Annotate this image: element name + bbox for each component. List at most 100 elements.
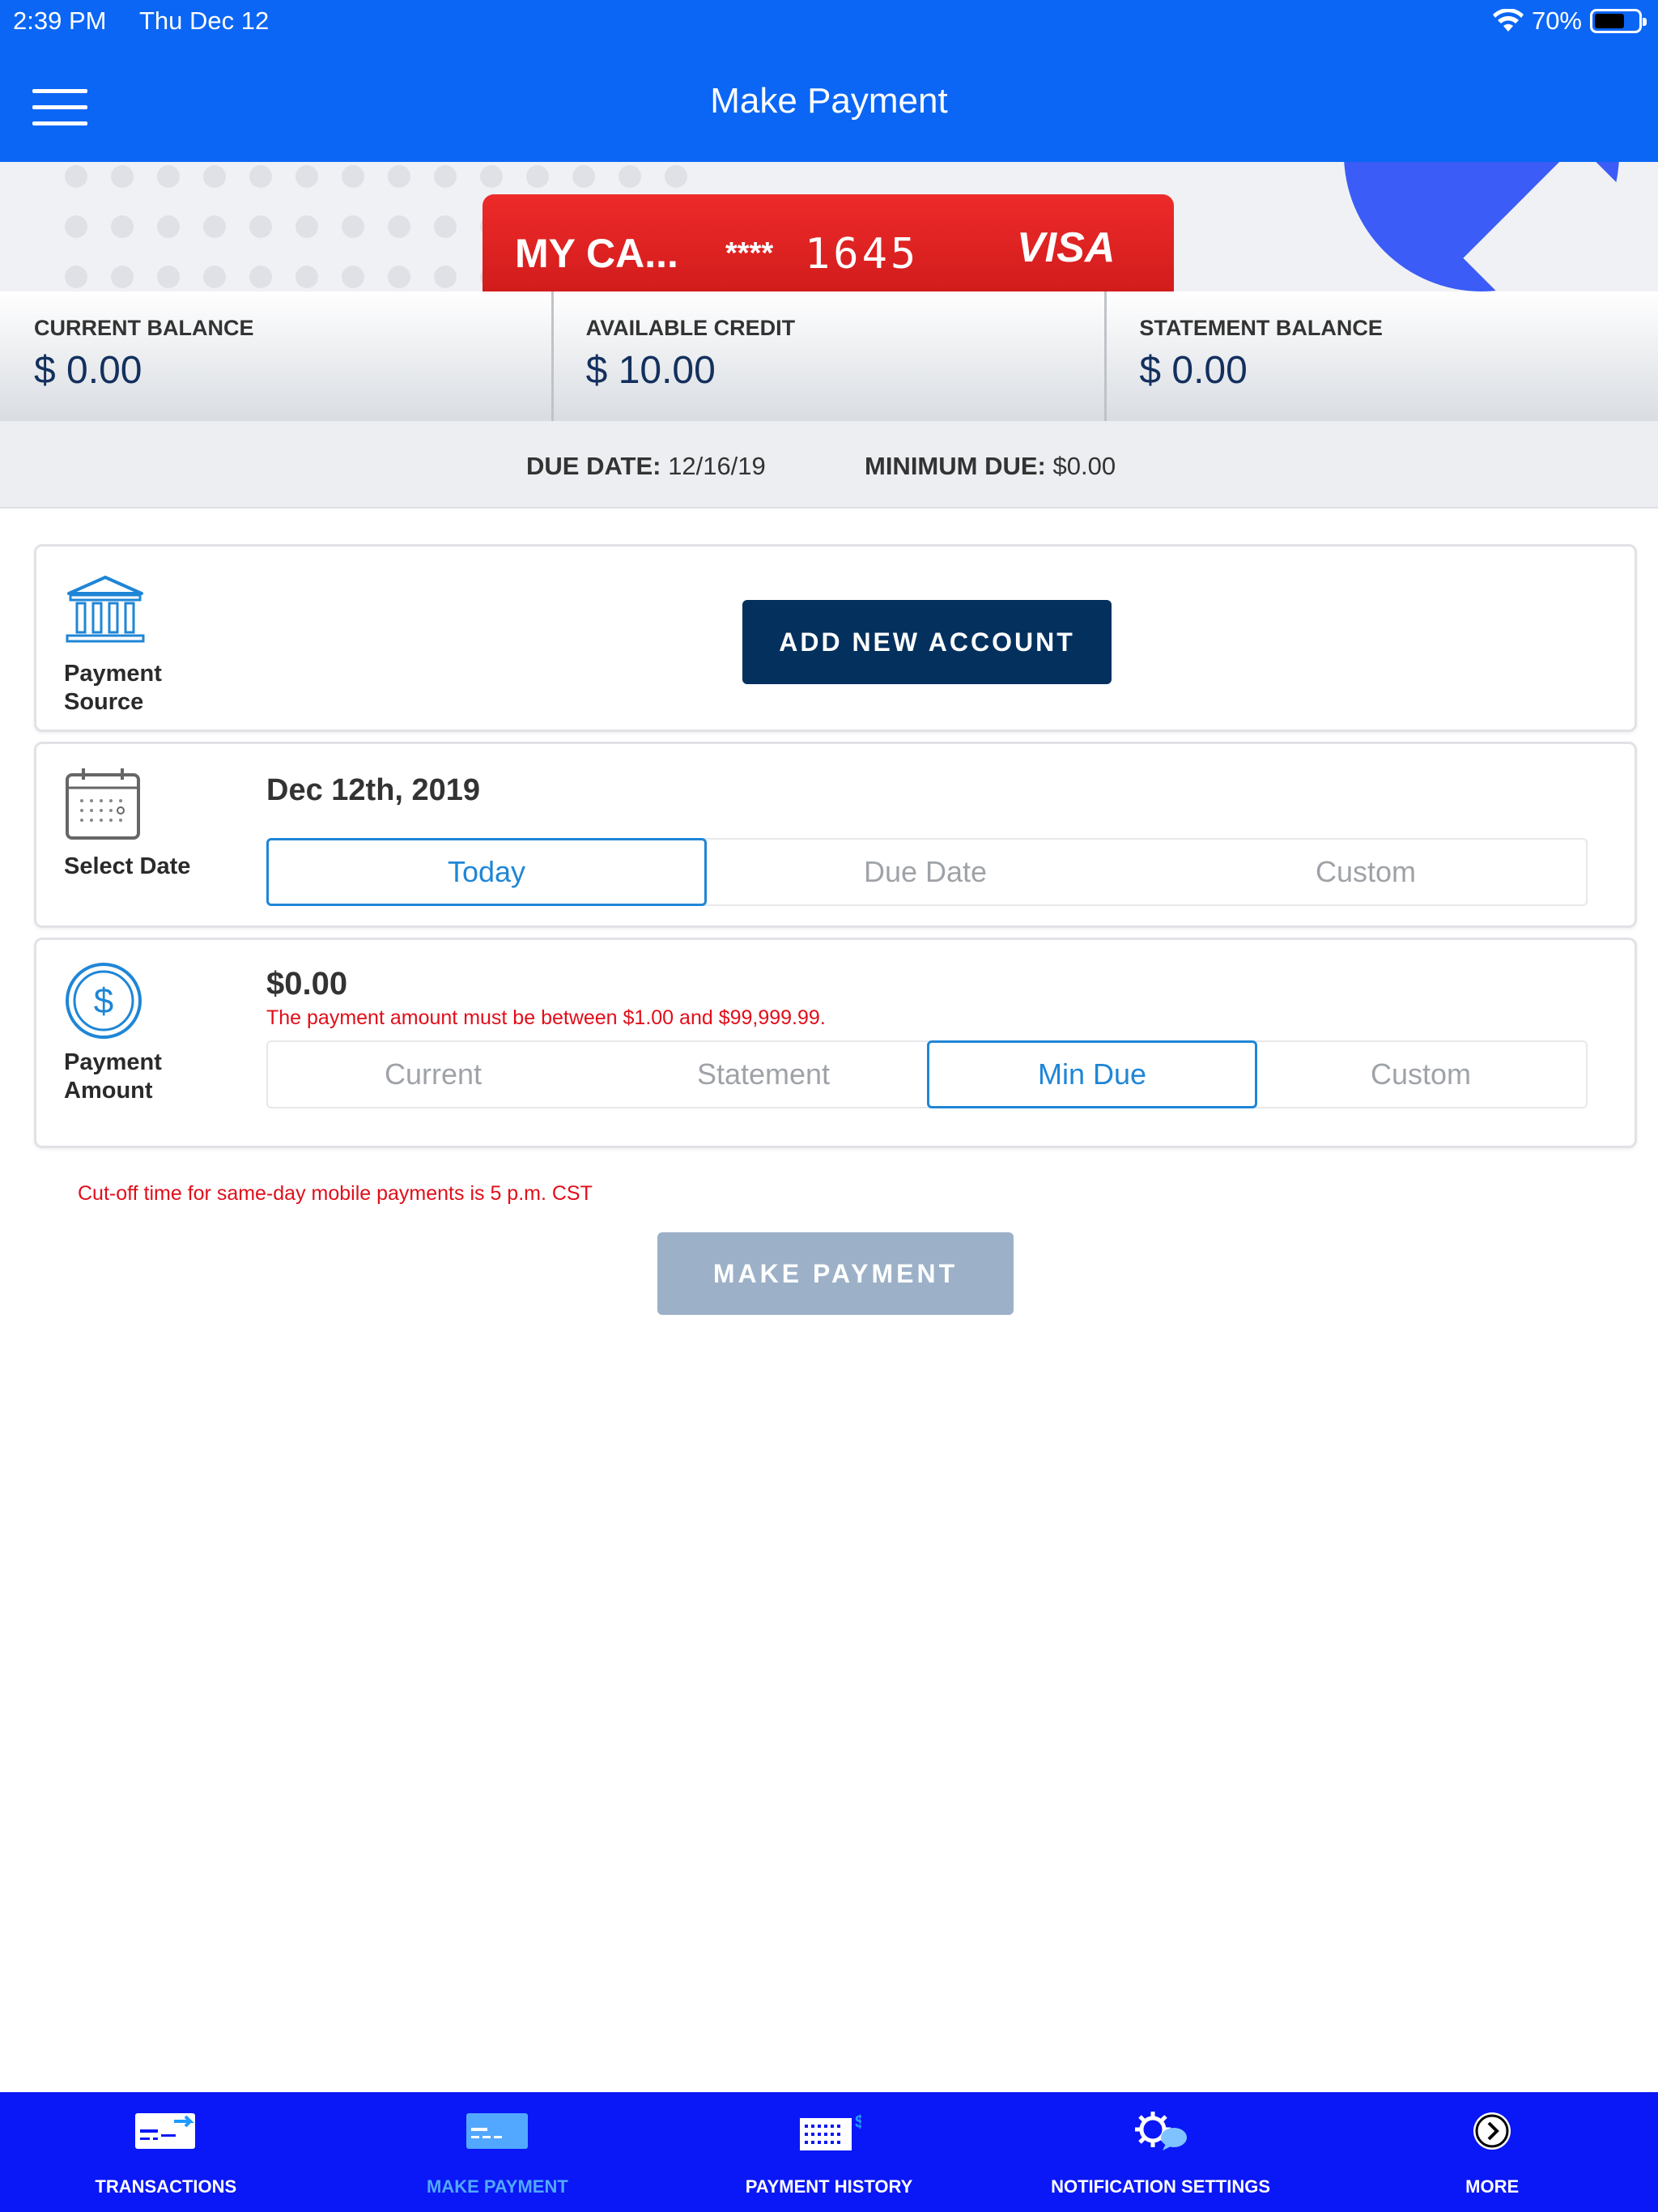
svg-text:$: $ [94, 981, 113, 1021]
banner-dot [342, 215, 364, 238]
banner-dot [434, 165, 457, 188]
battery-percent: 70% [1531, 6, 1582, 35]
banner-dot [526, 165, 549, 188]
banner-dot [342, 165, 364, 188]
tab-notification-settings[interactable]: NOTIFICATION SETTINGS [995, 2092, 1327, 2212]
tab-make-payment[interactable]: MAKE PAYMENT [332, 2092, 664, 2212]
payment-amount-error: The payment amount must be between $1.00… [266, 1006, 826, 1029]
chevron-right-circle-icon [1473, 2112, 1511, 2150]
minimum-due-label: MINIMUM DUE: [865, 452, 1046, 480]
tab-transactions[interactable]: TRANSACTIONS [0, 2092, 332, 2212]
banner-dot [665, 165, 687, 188]
card-name: MY CA... [515, 231, 678, 276]
selected-date: Dec 12th, 2019 [266, 773, 481, 807]
card-mask: **** [725, 236, 774, 270]
calendar-icon [66, 768, 140, 840]
banner-dot [157, 165, 180, 188]
due-date-label: DUE DATE: [526, 452, 661, 480]
tab-label: NOTIFICATION SETTINGS [1051, 2176, 1271, 2197]
banner-dot [434, 215, 457, 238]
bank-icon [66, 576, 145, 643]
balance-summary: CURRENT BALANCE $ 0.00 AVAILABLE CREDIT … [0, 291, 1658, 421]
tab-label: TRANSACTIONS [95, 2176, 237, 2197]
card-banner: MY CA... **** 1645 VISA [0, 162, 1658, 291]
date-option-due-date[interactable]: Due Date [705, 840, 1146, 904]
svg-text:$: $ [855, 2112, 861, 2132]
balance-label: CURRENT BALANCE [34, 316, 254, 340]
banner-dot [388, 266, 410, 288]
balance-label: AVAILABLE CREDIT [585, 316, 796, 340]
payment-amount-label: Payment Amount [64, 1049, 162, 1104]
banner-dot [111, 215, 134, 238]
cutoff-note: Cut-off time for same-day mobile payment… [78, 1182, 593, 1205]
make-payment-button[interactable]: MAKE PAYMENT [657, 1232, 1014, 1315]
card-icon [466, 2113, 529, 2149]
status-bar: 2:39 PM Thu Dec 12 70% [0, 0, 1658, 45]
credit-card[interactable]: MY CA... **** 1645 VISA [483, 194, 1174, 291]
visa-logo: VISA [1017, 224, 1116, 271]
tab-label: MAKE PAYMENT [426, 2176, 568, 2197]
current-balance: CURRENT BALANCE $ 0.00 [0, 291, 551, 421]
card-last4: 1645 [805, 230, 920, 279]
banner-dot [65, 266, 87, 288]
balance-label: STATEMENT BALANCE [1139, 316, 1383, 340]
transactions-icon [134, 2113, 195, 2149]
select-date-panel: Select Date Dec 12th, 2019 Today Due Dat… [34, 742, 1637, 928]
banner-dot [111, 165, 134, 188]
date-option-today[interactable]: Today [266, 838, 707, 906]
balance-value: $ 10.00 [585, 349, 716, 392]
balance-value: $ 0.00 [1139, 349, 1248, 392]
add-new-account-button[interactable]: ADD NEW ACCOUNT [742, 600, 1112, 684]
payment-source-panel: Payment Source ADD NEW ACCOUNT [34, 544, 1637, 732]
due-info: DUE DATE: 12/16/19 MINIMUM DUE: $0.00 [0, 421, 1658, 508]
calendar-dollar-icon: $ [799, 2112, 861, 2150]
status-right: 70% [1492, 6, 1647, 36]
payment-amount-value: $0.00 [266, 966, 348, 1002]
banner-dot [249, 165, 272, 188]
banner-dot [619, 165, 641, 188]
minimum-due: MINIMUM DUE: $0.00 [865, 452, 1116, 481]
amount-option-statement[interactable]: Statement [598, 1042, 929, 1107]
date-option-group: Today Due Date Custom [266, 838, 1588, 906]
tab-payment-history[interactable]: $ PAYMENT HISTORY [663, 2092, 995, 2212]
balance-value: $ 0.00 [34, 349, 142, 392]
banner-dot [295, 266, 318, 288]
banner-dot [249, 215, 272, 238]
banner-dot [480, 165, 503, 188]
banner-dot [295, 215, 318, 238]
amount-option-group: Current Statement Min Due Custom [266, 1040, 1588, 1108]
statement-balance: STATEMENT BALANCE $ 0.00 [1104, 291, 1658, 421]
tab-label: MORE [1465, 2176, 1520, 2197]
amount-option-min-due[interactable]: Min Due [927, 1040, 1257, 1108]
available-credit: AVAILABLE CREDIT $ 10.00 [551, 291, 1105, 421]
banner-dot [434, 266, 457, 288]
status-time: 2:39 PM [13, 6, 107, 35]
banner-dot [203, 165, 226, 188]
banner-dot [157, 266, 180, 288]
wifi-icon [1492, 9, 1524, 32]
banner-dot [295, 165, 318, 188]
status-date: Thu Dec 12 [139, 6, 270, 35]
due-date-value: 12/16/19 [668, 452, 766, 480]
tab-label: PAYMENT HISTORY [745, 2176, 913, 2197]
dollar-icon: $ [66, 963, 142, 1039]
banner-dot [388, 215, 410, 238]
banner-dot [111, 266, 134, 288]
due-date: DUE DATE: 12/16/19 [526, 452, 766, 481]
tab-more[interactable]: MORE [1326, 2092, 1658, 2212]
banner-dot [388, 165, 410, 188]
banner-dot [342, 266, 364, 288]
select-date-label: Select Date [64, 853, 191, 879]
amount-option-custom[interactable]: Custom [1256, 1042, 1586, 1107]
battery-icon [1590, 9, 1647, 33]
banner-dot [203, 266, 226, 288]
top-bar: 2:39 PM Thu Dec 12 70% Make Payment [0, 0, 1658, 162]
page-title: Make Payment [710, 81, 948, 121]
date-option-custom[interactable]: Custom [1146, 840, 1586, 904]
banner-dot [203, 215, 226, 238]
payment-source-label: Payment Source [64, 661, 162, 715]
banner-dot [65, 215, 87, 238]
amount-option-current[interactable]: Current [268, 1042, 598, 1107]
banner-dot [65, 165, 87, 188]
banner-dot [249, 266, 272, 288]
